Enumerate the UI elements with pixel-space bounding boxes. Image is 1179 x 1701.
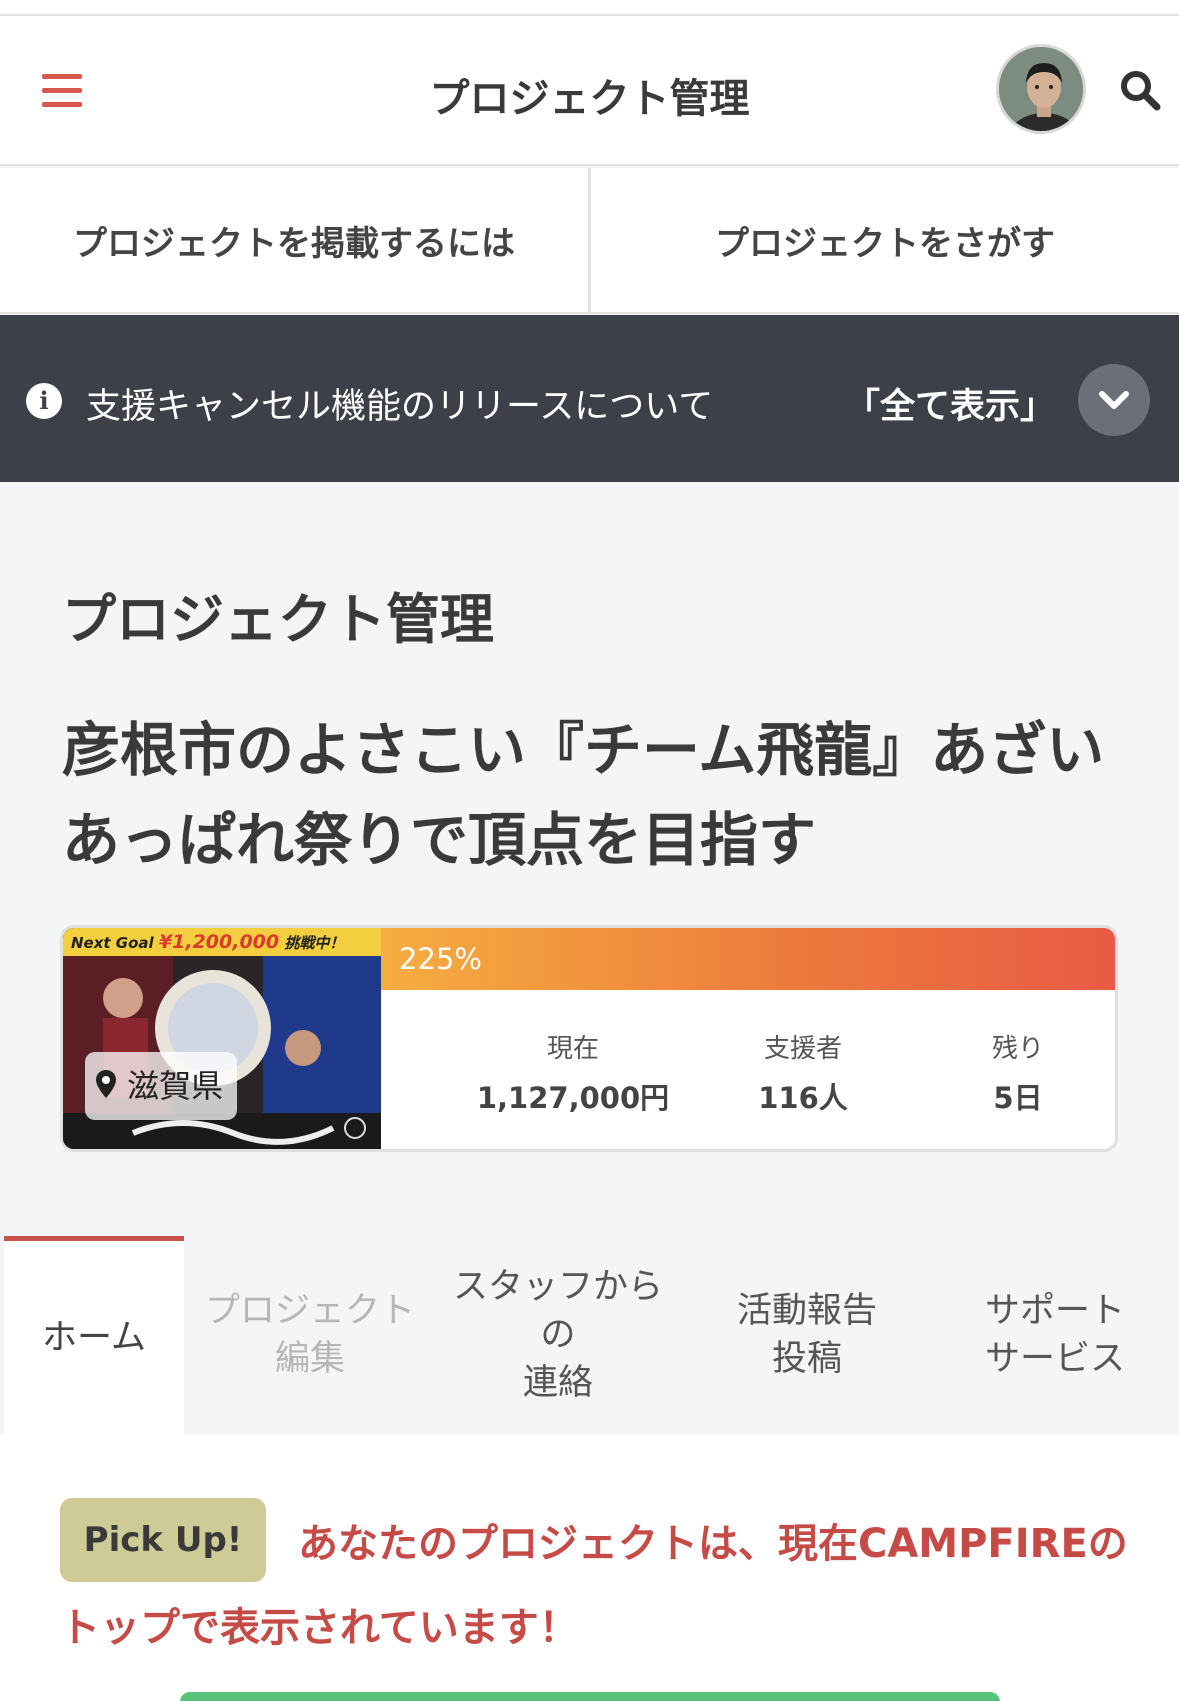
- project-tabs: ホーム プロジェクト 編集 スタッフからの連絡 活動報告 投稿 サポート サービス: [0, 1236, 1179, 1434]
- search-icon[interactable]: [1118, 68, 1162, 112]
- tab-activity-report[interactable]: 活動報告 投稿: [690, 1236, 924, 1434]
- tab-home[interactable]: ホーム: [4, 1236, 184, 1434]
- project-card[interactable]: Next Goal ¥1,200,000 挑戦中！ 滋賀県 225% 現在 1,…: [60, 925, 1118, 1152]
- project-thumbnail: Next Goal ¥1,200,000 挑戦中！ 滋賀県: [63, 928, 381, 1149]
- progress-bar: [381, 928, 1115, 990]
- location-pin-icon: [96, 1070, 116, 1098]
- notice-link[interactable]: 支援キャンセル機能のリリースについて: [86, 378, 713, 429]
- project-title: 彦根市のよさこい『チーム飛龍』あざいあっぱれ祭りで頂点を目指す: [62, 716, 1105, 874]
- avatar[interactable]: [996, 44, 1086, 134]
- pickup-message: あなたのプロジェクトは、現在CAMPFIREのトップで表示されています！: [60, 1521, 1128, 1651]
- stat-supporters: 支援者 116人: [758, 1034, 848, 1115]
- top-nav: プロジェクトを掲載するには プロジェクトをさがす: [0, 168, 1179, 314]
- location-tag: 滋賀県: [85, 1052, 237, 1120]
- chevron-down-icon: [1099, 391, 1129, 409]
- tab-support-service[interactable]: サポート サービス: [935, 1236, 1175, 1434]
- app-header: プロジェクト管理: [0, 16, 1179, 166]
- action-button[interactable]: [180, 1692, 1000, 1701]
- next-goal-banner: Next Goal ¥1,200,000 挑戦中！: [63, 928, 381, 956]
- nav-how-to-list[interactable]: プロジェクトを掲載するには: [0, 168, 591, 312]
- section-heading: プロジェクト管理: [62, 588, 494, 651]
- stat-remaining: 残り 5日: [991, 1034, 1044, 1115]
- nav-find-projects[interactable]: プロジェクトをさがす: [591, 168, 1179, 312]
- info-icon: i: [26, 383, 62, 419]
- progress-percent: 225%: [399, 942, 482, 976]
- tab-project-edit[interactable]: プロジェクト 編集: [190, 1236, 430, 1434]
- stat-current: 現在 1,127,000円: [476, 1034, 670, 1115]
- tab-staff-messages[interactable]: スタッフからの連絡: [440, 1236, 676, 1434]
- expand-notices-button[interactable]: [1078, 364, 1150, 436]
- status-strip: [0, 0, 1179, 16]
- show-all-link[interactable]: 「全て表示」: [845, 378, 1055, 429]
